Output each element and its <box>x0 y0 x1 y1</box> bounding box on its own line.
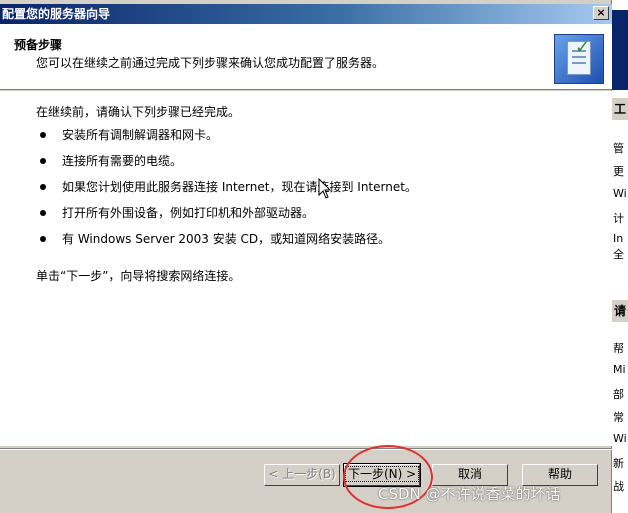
list-item: 安装所有调制解调器和网卡。 <box>40 127 417 153</box>
background-text: Mi <box>613 363 626 376</box>
background-text: 更 <box>613 165 624 178</box>
watermark: CSDN @不许说香菜的坏话 <box>378 485 561 503</box>
step-list: 安装所有调制解调器和网卡。 连接所有需要的电缆。 如果您计划使用此服务器连接 I… <box>40 127 417 257</box>
background-text: In <box>613 232 624 245</box>
background-window-bar <box>612 10 628 90</box>
list-item: 如果您计划使用此服务器连接 Internet，现在请连接到 Internet。 <box>40 179 417 205</box>
wizard-header: 预备步骤 您可以在继续之前通过完成下列步骤来确认您成功配置了服务器。 ✓ <box>0 24 612 90</box>
close-icon[interactable]: × <box>593 6 609 20</box>
background-text: 帮 <box>613 342 624 355</box>
bullet-icon <box>40 210 46 216</box>
background-text: 部 <box>613 388 624 401</box>
list-item: 连接所有需要的电缆。 <box>40 153 417 179</box>
window-title: 配置您的服务器向导 <box>2 7 111 21</box>
background-text: 新 <box>613 457 624 470</box>
background-text: 计 <box>613 212 624 225</box>
background-section-2: 请 <box>612 300 628 322</box>
page-subtitle: 您可以在继续之前通过完成下列步骤来确认您成功配置了服务器。 <box>36 56 385 70</box>
background-text: 战 <box>613 480 624 493</box>
background-section-1: 工 <box>612 98 628 120</box>
list-item: 有 Windows Server 2003 安装 CD，或知道网络安装路径。 <box>40 231 417 257</box>
wizard-body: 在继续前，请确认下列步骤已经完成。 安装所有调制解调器和网卡。 连接所有需要的电… <box>0 91 612 446</box>
background-text: 管 <box>613 142 624 155</box>
footer-divider <box>0 448 612 450</box>
background-text: Wi <box>613 187 627 200</box>
background-text: 常 <box>613 411 624 424</box>
intro-text: 在继续前，请确认下列步骤已经完成。 <box>36 105 241 119</box>
background-text: 全 <box>613 248 624 261</box>
title-bar[interactable]: 配置您的服务器向导 × <box>0 4 612 24</box>
background-text: Wi <box>613 432 627 445</box>
next-step-note: 单击“下一步”，向导将搜索网络连接。 <box>36 269 241 283</box>
bullet-icon <box>40 132 46 138</box>
bullet-icon <box>40 236 46 242</box>
wizard-checklist-icon: ✓ <box>554 34 604 84</box>
configure-server-wizard-dialog: 配置您的服务器向导 × 预备步骤 您可以在继续之前通过完成下列步骤来确认您成功配… <box>0 0 612 513</box>
back-button[interactable]: < 上一步(B) <box>264 464 340 486</box>
page-title: 预备步骤 <box>14 38 63 52</box>
bullet-icon <box>40 158 46 164</box>
list-item: 打开所有外围设备，例如打印机和外部驱动器。 <box>40 205 417 231</box>
bullet-icon <box>40 184 46 190</box>
background-window: 工 管 更 Wi 计 In 全 请 帮 Mi 部 常 Wi 新 战 <box>612 0 628 513</box>
